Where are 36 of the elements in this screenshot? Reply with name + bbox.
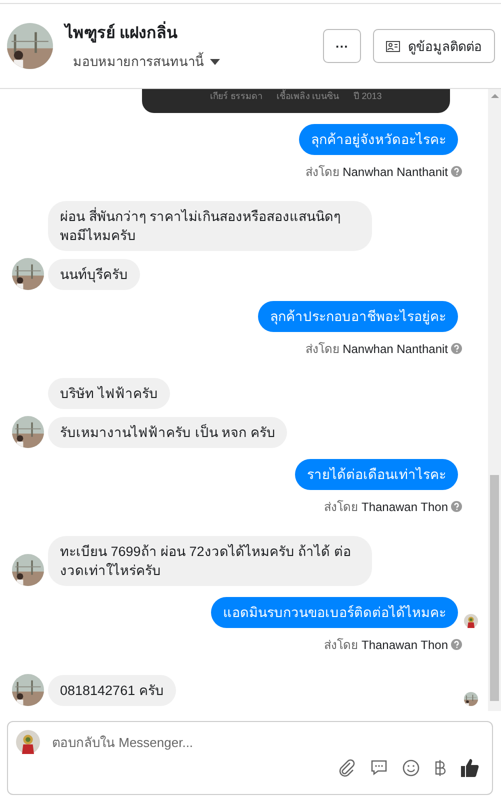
help-icon[interactable] [451, 639, 462, 650]
help-icon[interactable] [451, 501, 462, 512]
message-bubble: แอดมินรบกวนขอเบอร์ติดต่อได้ไหมคะ [211, 597, 458, 628]
avatar [16, 730, 40, 754]
message-bubble: รับเหมางานไฟฟ้าครับ เป็น หจก ครับ [48, 417, 288, 448]
message-bubble: ลุกค้าอยู่จังหวัดอะไรคะ [299, 124, 458, 155]
help-icon[interactable] [451, 166, 462, 177]
message-bubble: 0818142761 ครับ [48, 675, 176, 706]
paperclip-icon[interactable] [338, 759, 356, 777]
contact-card-icon [386, 40, 400, 52]
scroll-up-icon[interactable] [490, 93, 498, 99]
contact-name: ไพฑูรย์ แฝงกลิ่น [65, 20, 311, 45]
message-bubble: ลุกค้าประกอบอาชีพอะไรอยู่คะ [258, 301, 458, 332]
emoji-icon[interactable] [402, 759, 420, 777]
thumbs-up-icon[interactable] [460, 758, 480, 778]
message-bubble: รายได้ต่อเดือนเท่าไรคะ [295, 459, 458, 490]
contact-info-button[interactable]: ดูข้อมูลติดต่อ [373, 29, 495, 63]
message-bubble: ผ่อน สี่พันกว่าๆ ราคาไม่เกินสองหรือสองแสนนิดๆ พอมีไหมครับ [48, 201, 372, 251]
more-button[interactable]: ··· [323, 29, 361, 63]
scrollbar[interactable] [488, 89, 501, 711]
help-icon[interactable] [451, 343, 462, 354]
assign-dropdown[interactable]: มอบหมายการสนทนานี้ [73, 51, 220, 72]
message-bubble: นนท์บุรีครับ [48, 259, 140, 290]
spec-text: ปี 2013 [353, 90, 382, 102]
sent-by-text: ส่งโดย Nanwhan Nanthanit [305, 164, 448, 181]
sent-by-text: ส่งโดย Thanawan Thon [324, 499, 448, 516]
message-bubble: บริษัท ไฟฟ้าครับ [48, 378, 170, 409]
sent-by-text: ส่งโดย Thanawan Thon [324, 637, 448, 654]
chat-bubble-icon[interactable] [370, 759, 388, 777]
avatar [7, 23, 53, 69]
spec-text: เกียร์ ธรรมดา [210, 90, 263, 102]
caret-icon [210, 58, 220, 64]
baht-icon[interactable] [434, 759, 446, 777]
spec-text: เชื้อเพลิง เบนซิน [276, 90, 340, 102]
message-bubble: ทะเบียน 7699ถ้า ผ่อน 72งวดได้ไหมครับ ถ้าได้ ต่องวดเท่าใไหร่ครับ [48, 536, 372, 586]
sent-by-text: ส่งโดย Nanwhan Nanthanit [305, 341, 448, 358]
